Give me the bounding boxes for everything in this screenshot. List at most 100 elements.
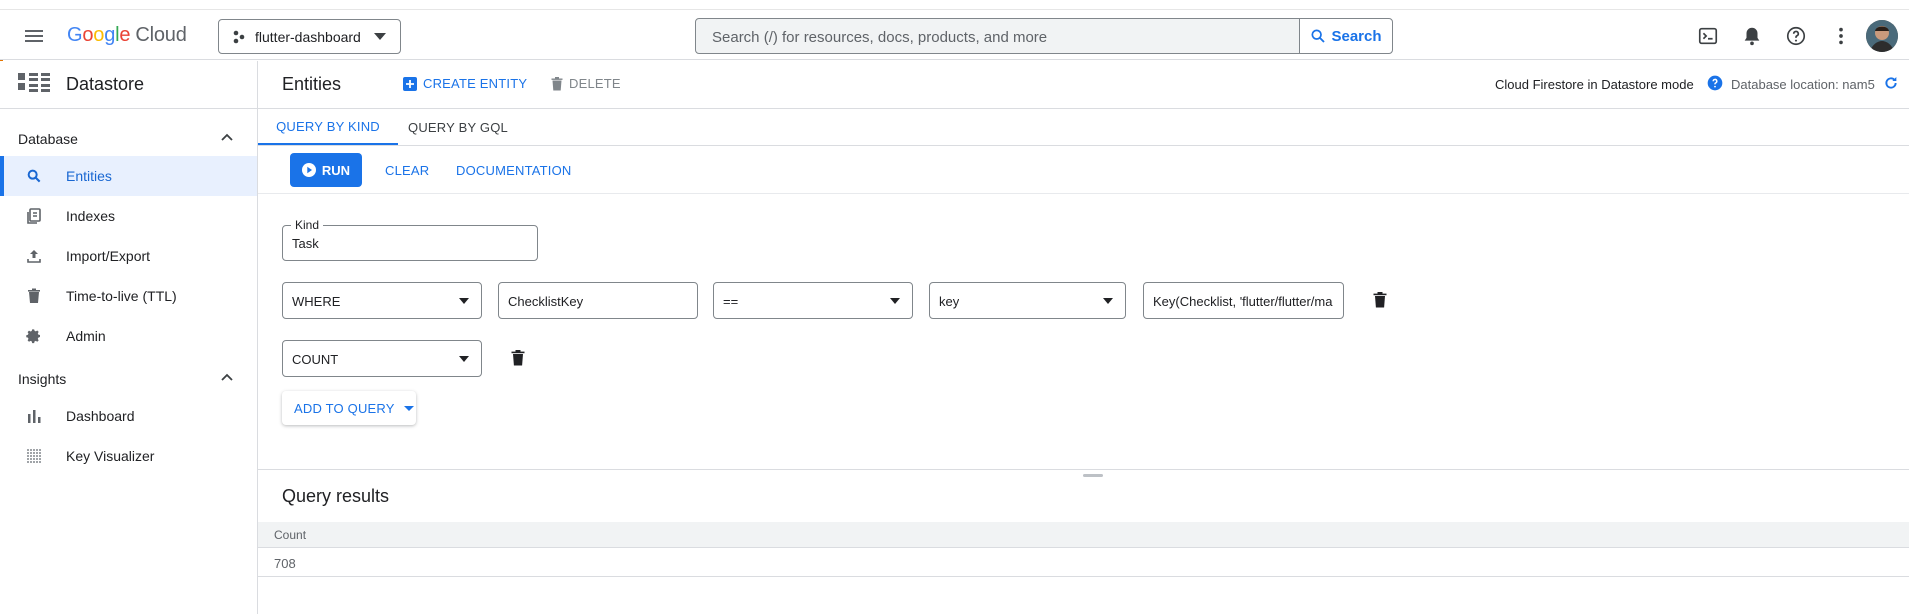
- product-title: Datastore: [66, 74, 145, 94]
- browser-top-strip: [0, 0, 1909, 10]
- documentation-link[interactable]: DOCUMENTATION: [456, 163, 572, 178]
- help-icon[interactable]: [1707, 75, 1723, 91]
- search-bar[interactable]: Search (/) for resources, docs, products…: [695, 18, 1393, 54]
- property-input[interactable]: ChecklistKey: [498, 282, 698, 319]
- more-vert-icon[interactable]: [1830, 25, 1852, 47]
- database-mode: Cloud Firestore in Datastore mode: [1495, 77, 1694, 92]
- index-icon: [26, 208, 42, 224]
- sidebar-item-label: Import/Export: [66, 248, 151, 264]
- chevron-down-icon: [459, 298, 469, 304]
- upload-icon: [26, 248, 42, 264]
- help-icon[interactable]: [1785, 25, 1807, 47]
- clause-value: WHERE: [292, 294, 341, 309]
- tab-query-by-gql[interactable]: QUERY BY GQL: [398, 109, 518, 145]
- search-icon: [1311, 29, 1326, 43]
- table-row: 708: [258, 548, 1909, 577]
- google-cloud-logo[interactable]: Google Cloud: [67, 24, 187, 47]
- chevron-down-icon: [403, 405, 414, 411]
- logo-cloud-text: Cloud: [135, 24, 187, 46]
- gear-icon: [26, 328, 42, 344]
- operator-select[interactable]: ==: [713, 282, 913, 319]
- value-text: Key(Checklist, 'flutter/flutter/ma: [1153, 294, 1333, 309]
- run-label: RUN: [321, 162, 351, 178]
- query-tabs: QUERY BY KIND QUERY BY GQL: [258, 109, 1909, 146]
- value-input[interactable]: Key(Checklist, 'flutter/flutter/ma: [1143, 282, 1344, 319]
- chevron-down-icon: [890, 298, 900, 304]
- refresh-icon[interactable]: [1883, 75, 1899, 91]
- results-divider: [258, 469, 1909, 470]
- property-value: ChecklistKey: [508, 294, 584, 309]
- search-input[interactable]: Search (/) for resources, docs, products…: [712, 29, 1047, 46]
- aggregation-value: COUNT: [292, 352, 339, 367]
- operator-value: ==: [723, 294, 739, 309]
- clause-select[interactable]: WHERE: [282, 282, 482, 319]
- delete-filter-icon[interactable]: [1373, 292, 1389, 310]
- search-icon: [26, 168, 42, 184]
- delete-button[interactable]: DELETE: [551, 76, 621, 91]
- datastore-icon: [18, 73, 50, 95]
- project-picker[interactable]: flutter-dashboard: [218, 19, 401, 54]
- aggregation-select[interactable]: COUNT: [282, 340, 482, 377]
- add-box-icon: [403, 76, 417, 91]
- sidebar-item-label: Dashboard: [66, 408, 135, 424]
- sidebar-item-dashboard[interactable]: Dashboard: [0, 396, 257, 436]
- chevron-up-icon[interactable]: [221, 373, 233, 381]
- count-value: 708: [274, 556, 296, 571]
- sidebar: Datastore Database Entities Indexes Impo…: [0, 61, 258, 614]
- sidebar-section-insights[interactable]: Insights: [18, 371, 66, 387]
- delete-label: DELETE: [569, 76, 621, 91]
- sidebar-item-indexes[interactable]: Indexes: [0, 196, 257, 236]
- search-button[interactable]: Search: [1299, 19, 1392, 53]
- menu-icon[interactable]: [22, 24, 46, 48]
- chevron-down-icon: [374, 33, 386, 40]
- sidebar-item-admin[interactable]: Admin: [0, 316, 257, 356]
- search-button-label: Search: [1331, 27, 1382, 45]
- run-button[interactable]: RUN: [290, 153, 362, 187]
- query-actions: RUN CLEAR DOCUMENTATION: [258, 146, 1909, 194]
- chevron-down-icon: [459, 356, 469, 362]
- resize-handle[interactable]: [1083, 474, 1103, 477]
- chevron-up-icon[interactable]: [221, 133, 233, 141]
- sidebar-item-label: Time-to-live (TTL): [66, 288, 177, 304]
- trash-icon: [551, 76, 563, 90]
- sidebar-item-ttl[interactable]: Time-to-live (TTL): [0, 276, 257, 316]
- project-name: flutter-dashboard: [255, 28, 361, 45]
- chevron-down-icon: [1103, 298, 1113, 304]
- tab-query-by-kind[interactable]: QUERY BY KIND: [258, 109, 398, 145]
- page-toolbar: Entities CREATE ENTITY DELETE Cloud Fire…: [258, 61, 1909, 109]
- trash-icon: [26, 288, 42, 304]
- create-entity-button[interactable]: CREATE ENTITY: [403, 76, 527, 91]
- heatmap-icon: [26, 448, 42, 464]
- sidebar-item-entities[interactable]: Entities: [0, 156, 257, 196]
- kind-input[interactable]: Task: [292, 236, 319, 251]
- sidebar-section-database[interactable]: Database: [18, 131, 78, 147]
- sidebar-item-key-visualizer[interactable]: Key Visualizer: [0, 436, 257, 476]
- page-title: Entities: [282, 74, 342, 94]
- sidebar-item-label: Admin: [66, 328, 106, 344]
- clear-button[interactable]: CLEAR: [385, 163, 429, 178]
- play-icon: [301, 163, 316, 177]
- sidebar-item-import-export[interactable]: Import/Export: [0, 236, 257, 276]
- add-to-query-label: ADD TO QUERY: [294, 400, 395, 416]
- add-to-query-button[interactable]: ADD TO QUERY: [282, 391, 416, 425]
- terminal-icon[interactable]: [1697, 25, 1719, 47]
- kind-field[interactable]: Kind Task: [282, 218, 538, 261]
- results-title: Query results: [282, 486, 390, 506]
- sidebar-item-label: Key Visualizer: [66, 448, 155, 464]
- value-type-value: key: [939, 294, 960, 309]
- delete-aggregation-icon[interactable]: [511, 350, 527, 368]
- sidebar-item-label: Entities: [66, 168, 112, 184]
- create-entity-label: CREATE ENTITY: [423, 76, 528, 91]
- results-table-header: Count: [258, 522, 1909, 548]
- avatar[interactable]: [1866, 20, 1898, 52]
- value-type-select[interactable]: key: [929, 282, 1126, 319]
- sidebar-header: Datastore: [0, 61, 257, 109]
- bell-icon[interactable]: [1741, 25, 1763, 47]
- kind-label: Kind: [291, 218, 324, 232]
- top-header: Google Cloud flutter-dashboard Search (/)…: [0, 10, 1909, 60]
- project-icon: [233, 30, 245, 44]
- column-header-count: Count: [274, 528, 307, 542]
- database-location: Database location: nam5: [1731, 77, 1875, 92]
- bar-chart-icon: [26, 408, 42, 424]
- sidebar-item-label: Indexes: [66, 208, 116, 224]
